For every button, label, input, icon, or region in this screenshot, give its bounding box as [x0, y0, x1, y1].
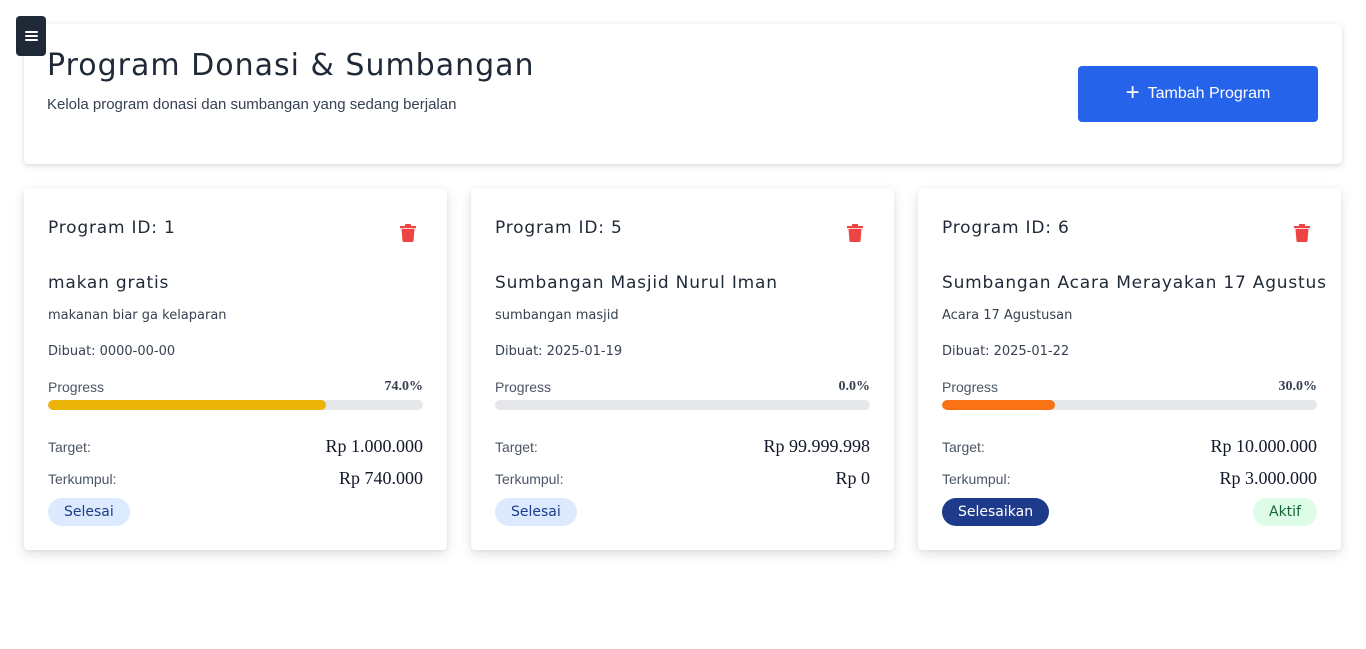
date-label: Dibuat:	[942, 344, 990, 359]
progress-label: Progress	[48, 379, 105, 395]
date-value: 2025-01-22	[993, 344, 1070, 359]
program-id: Program ID: 1	[48, 218, 176, 238]
program-description: sumbangan masjid	[495, 308, 619, 323]
collected-amount: Rp 3.000.000	[1219, 468, 1317, 488]
program-title: Sumbangan Acara Merayakan 17 Agustus	[942, 273, 1327, 293]
progress-percentage: 0.0%	[838, 379, 871, 394]
program-title: makan gratis	[48, 273, 170, 293]
collected-label: Terkumpul:	[48, 471, 117, 487]
progress-label: Progress	[495, 379, 552, 395]
program-card-list: Program ID: 1 makan gratis makanan biar …	[24, 188, 1342, 550]
program-description: Acara 17 Agustusan	[942, 308, 1073, 323]
target-label: Target:	[495, 439, 538, 455]
trash-icon[interactable]	[847, 224, 863, 242]
progress-label: Progress	[942, 379, 999, 395]
add-program-button[interactable]: + Tambah Program	[1078, 66, 1318, 122]
program-date: Dibuat: 2025-01-22	[942, 344, 1069, 359]
page-header: Program Donasi & Sumbangan Kelola progra…	[24, 24, 1342, 164]
program-card: Program ID: 5 Sumbangan Masjid Nurul Ima…	[471, 188, 894, 550]
progress-bar	[942, 400, 1317, 410]
program-id: Program ID: 5	[495, 218, 623, 238]
progress-fill	[942, 400, 1055, 410]
page-title: Program Donasi & Sumbangan	[47, 48, 535, 83]
hamburger-icon	[24, 29, 38, 43]
trash-icon[interactable]	[1294, 224, 1310, 242]
date-value: 0000-00-00	[99, 344, 176, 359]
program-title: Sumbangan Masjid Nurul Iman	[495, 273, 778, 293]
add-program-label: Tambah Program	[1147, 85, 1271, 102]
active-status-badge: Aktif	[1253, 498, 1317, 526]
collected-label: Terkumpul:	[942, 471, 1011, 487]
target-amount: Rp 10.000.000	[1210, 436, 1317, 456]
date-label: Dibuat:	[495, 344, 543, 359]
plus-icon: +	[1125, 79, 1140, 106]
date-value: 2025-01-19	[546, 344, 623, 359]
status-badge: Selesai	[48, 498, 130, 526]
trash-icon[interactable]	[400, 224, 416, 242]
progress-bar	[495, 400, 870, 410]
page-subtitle: Kelola program donasi dan sumbangan yang…	[47, 96, 457, 113]
finish-program-button[interactable]: Selesaikan	[942, 498, 1050, 526]
program-description: makanan biar ga kelaparan	[48, 308, 227, 323]
progress-fill	[48, 400, 326, 410]
progress-percentage: 74.0%	[384, 379, 424, 394]
status-badge: Selesai	[495, 498, 577, 526]
date-label: Dibuat:	[48, 344, 96, 359]
target-label: Target:	[48, 439, 91, 455]
program-id: Program ID: 6	[942, 218, 1070, 238]
collected-amount: Rp 740.000	[338, 468, 423, 488]
progress-percentage: 30.0%	[1278, 379, 1318, 394]
target-label: Target:	[942, 439, 985, 455]
collected-label: Terkumpul:	[495, 471, 564, 487]
collected-amount: Rp 0	[835, 468, 870, 488]
program-card: Program ID: 1 makan gratis makanan biar …	[24, 188, 447, 550]
menu-button[interactable]	[16, 16, 46, 56]
target-amount: Rp 99.999.998	[763, 436, 870, 456]
progress-bar	[48, 400, 423, 410]
program-date: Dibuat: 0000-00-00	[48, 344, 175, 359]
program-date: Dibuat: 2025-01-19	[495, 344, 622, 359]
target-amount: Rp 1.000.000	[325, 436, 423, 456]
program-card: Program ID: 6 Sumbangan Acara Merayakan …	[918, 188, 1341, 550]
